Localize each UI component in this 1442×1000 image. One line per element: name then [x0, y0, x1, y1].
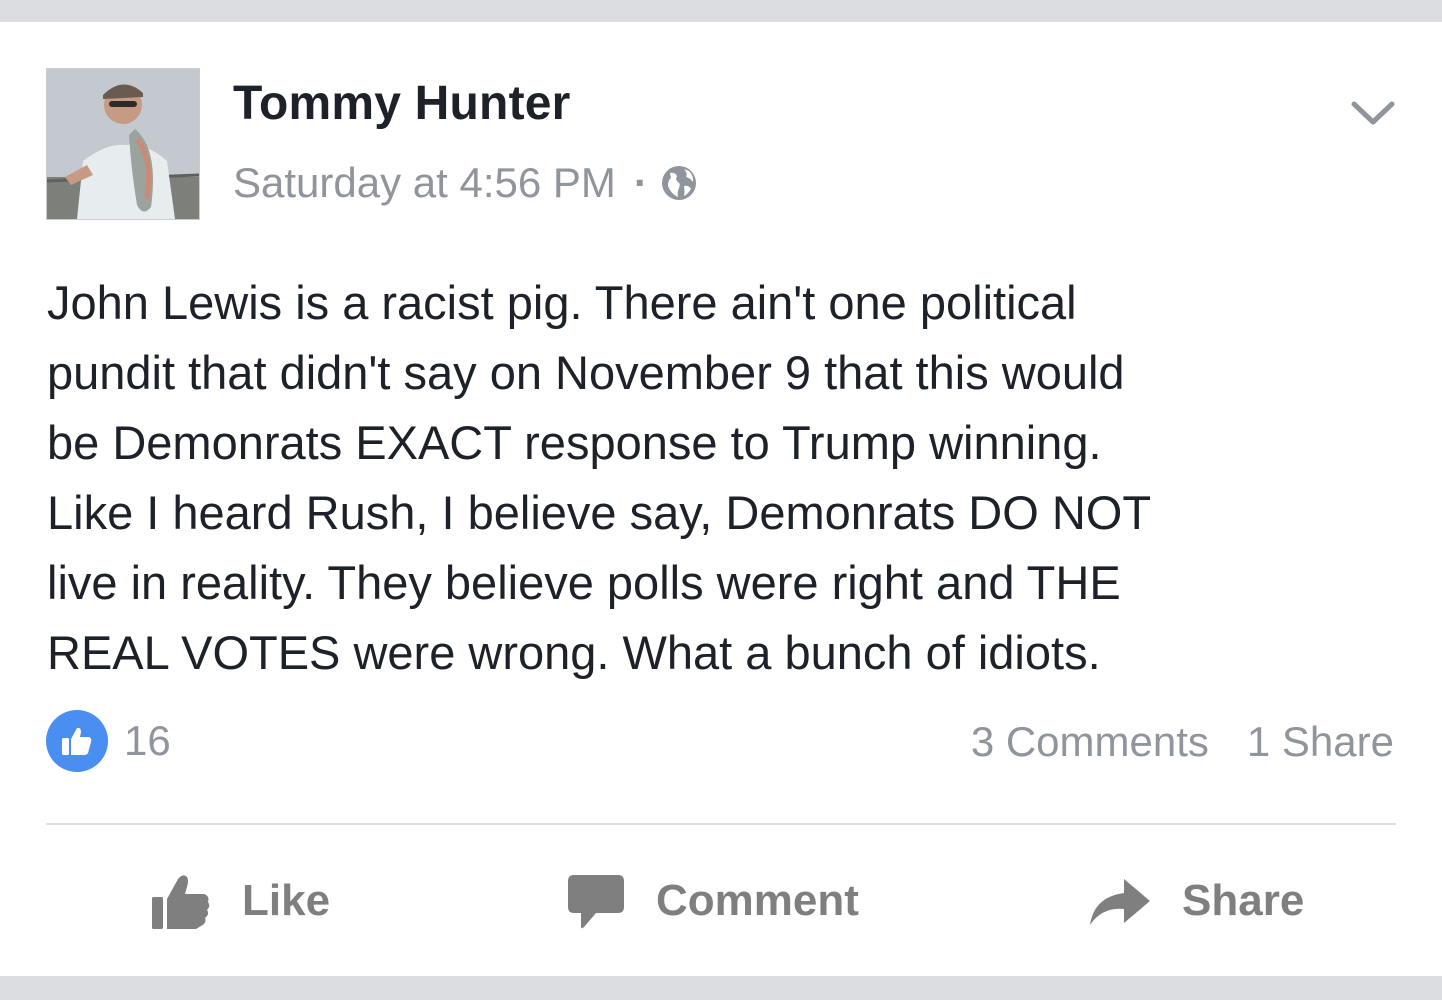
- post-text-line: John Lewis is a racist pig. There ain't …: [47, 276, 1077, 329]
- post-text-line: Like I heard Rush, I believe say, Demonr…: [47, 486, 1152, 539]
- thumbs-up-icon: [152, 875, 210, 929]
- share-button-label: Share: [1182, 876, 1305, 925]
- thumbs-up-icon: [62, 727, 92, 755]
- comment-icon: [568, 875, 624, 929]
- post-meta: Saturday at 4:56 PM ·: [233, 158, 698, 208]
- comment-button[interactable]: Comment: [566, 870, 859, 932]
- avatar[interactable]: [46, 68, 200, 220]
- post-text-line: REAL VOTES were wrong. What a bunch of i…: [47, 626, 1101, 679]
- post-timestamp[interactable]: Saturday at 4:56 PM: [233, 159, 616, 207]
- author-name[interactable]: Tommy Hunter: [233, 76, 571, 131]
- globe-icon[interactable]: [660, 164, 698, 202]
- post-text-line: live in reality. They believe polls were…: [47, 556, 1121, 609]
- post-text-line: pundit that didn't say on November 9 tha…: [47, 346, 1125, 399]
- shares-count-link[interactable]: 1 Share: [1247, 718, 1394, 766]
- avatar-photo: [47, 69, 199, 219]
- post-body: John Lewis is a racist pig. There ain't …: [47, 268, 1407, 688]
- share-button[interactable]: Share: [1088, 870, 1304, 932]
- post-text-line: be Demonrats EXACT response to Trump win…: [47, 416, 1102, 469]
- comment-button-label: Comment: [656, 876, 859, 925]
- like-button[interactable]: Like: [150, 870, 330, 932]
- post-card: Tommy Hunter Saturday at 4:56 PM · John …: [0, 22, 1442, 976]
- divider: [46, 823, 1396, 825]
- meta-separator: ·: [633, 159, 648, 206]
- post-menu-button[interactable]: [1348, 88, 1398, 138]
- like-count: 16: [124, 717, 171, 764]
- engagement-counts: 3 Comments 1 Share: [971, 712, 1394, 772]
- chevron-down-icon: [1351, 101, 1395, 125]
- like-reaction-badge: [46, 710, 108, 772]
- share-arrow-icon: [1090, 879, 1150, 925]
- comments-count-link[interactable]: 3 Comments: [971, 718, 1209, 766]
- like-button-label: Like: [242, 876, 331, 925]
- reactions-summary[interactable]: 16: [46, 710, 171, 772]
